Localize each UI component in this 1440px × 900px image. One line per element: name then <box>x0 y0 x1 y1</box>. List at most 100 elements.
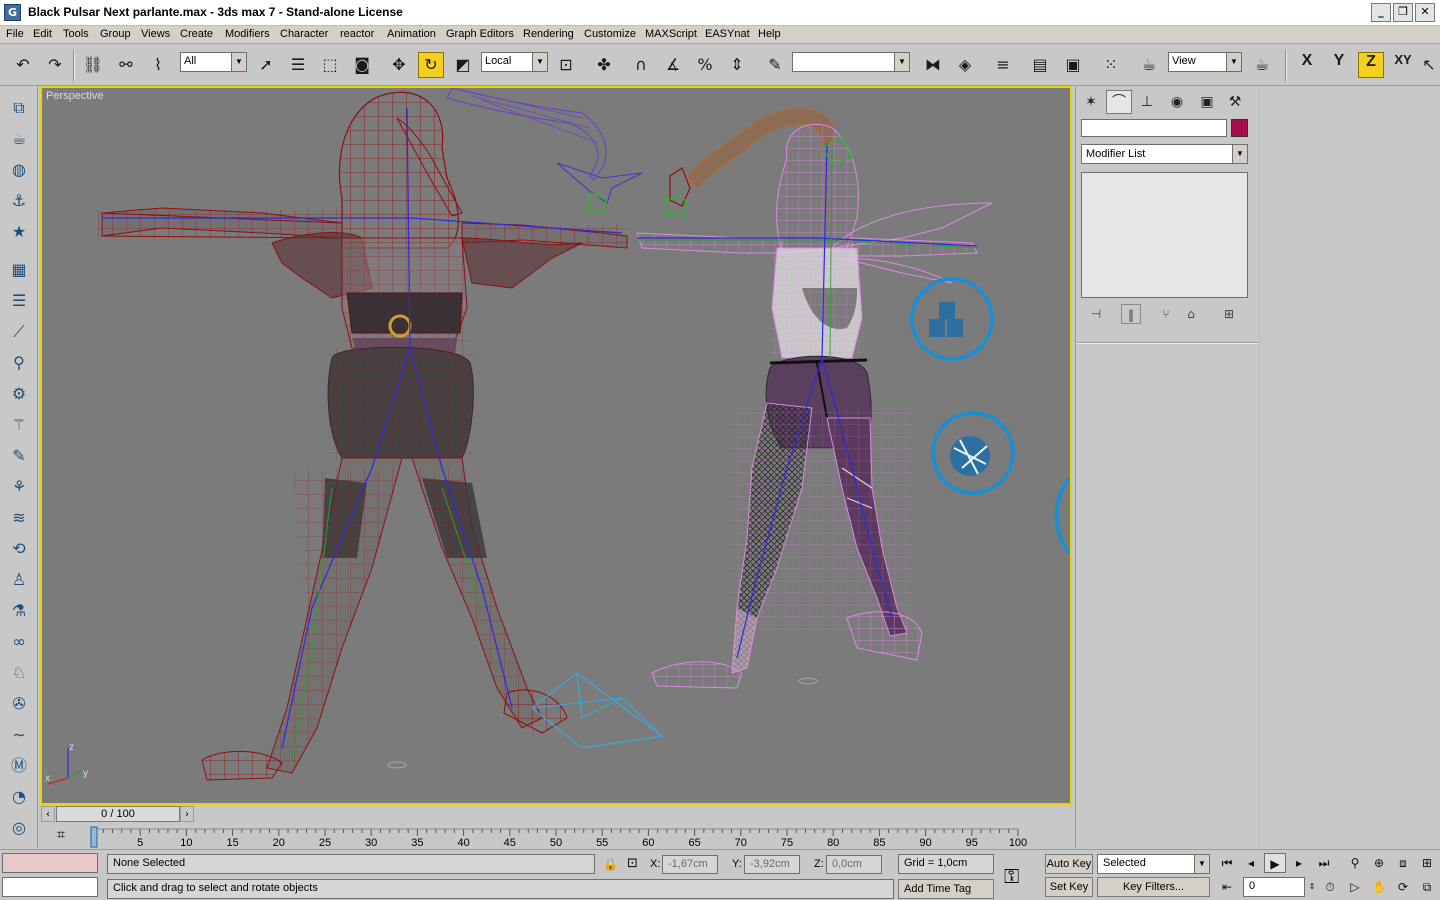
key-mode-toggle-icon[interactable]: ⇤ <box>1216 877 1238 897</box>
render-scene-icon[interactable]: ☕ <box>1136 52 1162 78</box>
edit-named-selections-icon[interactable]: ✎ <box>762 52 788 78</box>
restrict-to-x-button[interactable]: X <box>1294 52 1320 78</box>
key-filters-button[interactable]: Key Filters... <box>1097 877 1210 897</box>
layer-manager-icon[interactable]: ≡ <box>990 52 1016 78</box>
quick-render-icon[interactable]: ☕ <box>1249 52 1275 78</box>
box-primitive-icon[interactable]: ⧉ <box>6 96 32 120</box>
mirror-icon[interactable]: ⧓ <box>920 52 946 78</box>
menu-edit[interactable]: Edit <box>33 28 52 40</box>
3ds-max-icon[interactable]: G <box>4 4 21 21</box>
show-end-result-icon[interactable]: ‖ <box>1121 304 1141 324</box>
chevron-down-icon[interactable]: ▼ <box>894 53 909 71</box>
brush-tool-icon[interactable]: ✎ <box>6 444 32 468</box>
viewport-label[interactable]: Perspective <box>46 90 103 102</box>
menu-easynat[interactable]: EASYnat <box>705 28 750 40</box>
set-key-key-icon[interactable]: ⚿ <box>1004 864 1019 888</box>
restrict-to-z-button[interactable]: Z <box>1358 52 1384 78</box>
biped-icon[interactable]: ♙ <box>6 568 32 592</box>
render-type-dropdown[interactable]: View ▼ <box>1168 52 1242 72</box>
percent-snap-icon[interactable]: % <box>692 52 718 78</box>
zoom-extents-all-icon[interactable]: ⊞ <box>1416 853 1438 873</box>
zoom-extents-icon[interactable]: ⧈ <box>1392 853 1414 873</box>
maximize-viewport-icon[interactable]: ⧉ <box>1416 877 1438 897</box>
spinner-snap-icon[interactable]: ⇕ <box>724 52 750 78</box>
maxscript-listener-white[interactable] <box>2 877 98 897</box>
menu-file[interactable]: File <box>6 28 24 40</box>
chevron-down-icon[interactable]: ▼ <box>532 53 547 71</box>
menu-customize[interactable]: Customize <box>584 28 636 40</box>
partial-control-icon[interactable] <box>1054 476 1071 555</box>
select-and-move-icon[interactable]: ✥ <box>386 52 412 78</box>
left-character-wireframe[interactable] <box>98 91 628 781</box>
time-configuration-icon[interactable]: ⏱ <box>1319 877 1341 897</box>
configure-modifier-sets-icon[interactable]: ⊞ <box>1219 304 1239 324</box>
menu-rendering[interactable]: Rendering <box>523 28 574 40</box>
spray-can-icon[interactable]: ⚗ <box>6 599 32 623</box>
menu-reactor[interactable]: reactor <box>340 28 374 40</box>
teapot-icon[interactable]: ☕ <box>6 127 32 151</box>
close-button[interactable]: ✕ <box>1415 3 1435 22</box>
make-unique-icon[interactable]: ⑂ <box>1156 304 1176 324</box>
motion-tab-icon[interactable]: ◉ <box>1164 90 1190 114</box>
next-frame-icon[interactable]: › <box>180 806 194 822</box>
select-and-link-icon[interactable]: ⛓ <box>80 52 106 78</box>
material-editor-icon[interactable]: ⁙ <box>1098 52 1124 78</box>
object-name-field[interactable] <box>1081 119 1227 137</box>
play-icon[interactable]: ▶ <box>1264 853 1286 873</box>
pin-stack-icon[interactable]: ⊣ <box>1086 304 1106 324</box>
gear-icon[interactable]: ⚙ <box>6 382 32 406</box>
wave-icon[interactable]: ≋ <box>6 506 32 530</box>
foot-ik-helper[interactable] <box>387 672 818 769</box>
schematic-view-icon[interactable]: ▣ <box>1060 52 1086 78</box>
restrict-to-y-button[interactable]: Y <box>1326 52 1352 78</box>
frame-spinner-icon[interactable]: ⇕ <box>1305 877 1319 897</box>
angle-snap-icon[interactable]: ∡ <box>660 52 686 78</box>
select-and-scale-icon[interactable]: ◩ <box>450 52 476 78</box>
go-to-start-icon[interactable]: ⏮ <box>1216 853 1238 873</box>
time-slider[interactable]: ‹ 0 / 100 › <box>40 805 1072 824</box>
magnify-tool-icon[interactable]: ⚲ <box>6 351 32 375</box>
x-coordinate-field[interactable]: -1,67cm <box>662 855 718 874</box>
snaps-toggle-icon[interactable]: ∩ <box>628 52 654 78</box>
menu-modifiers[interactable]: Modifiers <box>225 28 270 40</box>
skin-icon[interactable]: ♘ <box>6 661 32 685</box>
key-mode-dropdown[interactable]: Selected ▼ <box>1097 854 1210 874</box>
selection-filter-dropdown[interactable]: All ▼ <box>180 52 247 72</box>
menu-maxscript[interactable]: MAXScript <box>645 28 697 40</box>
pin-tool-icon[interactable]: ⚚ <box>6 413 32 437</box>
align-icon[interactable]: ◈ <box>952 52 978 78</box>
utilities-tab-icon[interactable]: ⚒ <box>1222 90 1248 114</box>
z-coordinate-field[interactable]: 0,0cm <box>826 855 882 874</box>
undo-icon[interactable]: ↶ <box>10 52 36 78</box>
auto-key-button[interactable]: Auto Key <box>1045 854 1093 874</box>
select-and-manipulate-icon[interactable]: ✤ <box>591 52 617 78</box>
select-object-icon[interactable]: ➚ <box>253 52 279 78</box>
remove-modifier-icon[interactable]: ⌂ <box>1181 304 1201 324</box>
go-to-end-icon[interactable]: ⏭ <box>1313 853 1335 873</box>
perspective-viewport[interactable]: Perspective z y x <box>40 86 1072 805</box>
time-slider-thumb[interactable]: 0 / 100 <box>56 806 180 822</box>
bind-to-space-warp-icon[interactable]: ⌇ <box>145 52 171 78</box>
box-control-icon[interactable] <box>910 277 994 361</box>
modifier-list-dropdown[interactable]: Modifier List ▼ <box>1081 144 1248 164</box>
orbit-icon[interactable]: ⟲ <box>6 537 32 561</box>
maximize-button[interactable]: ❐ <box>1393 3 1413 22</box>
rectangular-selection-icon[interactable]: ⬚ <box>317 52 343 78</box>
modify-tab-icon[interactable]: ⌒ <box>1106 90 1132 114</box>
left-ponytail-controller[interactable] <box>446 88 691 217</box>
display-tab-icon[interactable]: ▣ <box>1194 90 1220 114</box>
next-key-icon[interactable]: ▸ <box>1288 853 1310 873</box>
cloth-tool-icon[interactable]: ⚘ <box>6 475 32 499</box>
menu-graph-editors[interactable]: Graph Editors <box>446 28 514 40</box>
torus-knot-icon[interactable]: ⚓ <box>6 189 32 213</box>
menu-help[interactable]: Help <box>758 28 781 40</box>
pan-hand-icon[interactable]: ✋ <box>1368 877 1390 897</box>
select-and-rotate-icon[interactable]: ↻ <box>418 52 444 78</box>
window-crossing-icon[interactable]: ◙ <box>349 52 375 78</box>
redo-icon[interactable]: ↷ <box>42 52 68 78</box>
star-shape-icon[interactable]: ★ <box>6 220 32 244</box>
restrict-to-xy-plane-button[interactable]: XY <box>1390 52 1416 78</box>
more-toolbar-icon[interactable]: ↖ <box>1420 52 1438 78</box>
previous-key-icon[interactable]: ◂ <box>1240 853 1262 873</box>
field-of-view-icon[interactable]: ▷ <box>1344 877 1366 897</box>
